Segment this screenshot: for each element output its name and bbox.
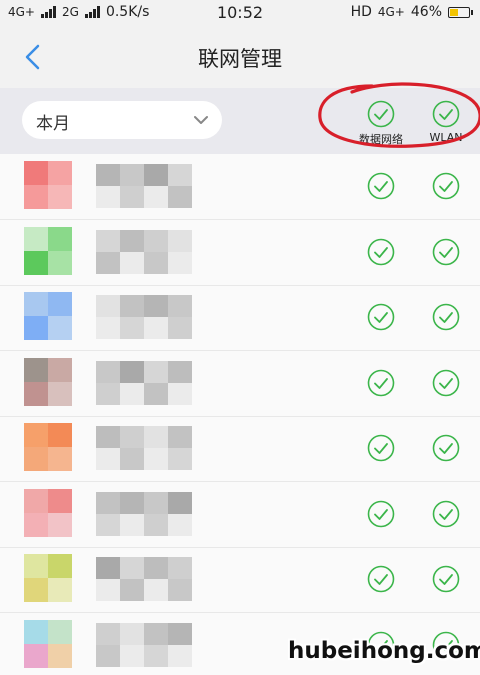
app-row — [0, 285, 480, 351]
app-row — [0, 416, 480, 482]
app-row — [0, 154, 480, 220]
check-circle-icon — [432, 238, 460, 265]
app-icon — [24, 619, 72, 668]
app-icon — [24, 357, 72, 406]
app-name-redacted — [96, 491, 192, 536]
wlan-checkbox[interactable] — [432, 369, 460, 397]
period-dropdown[interactable]: 本月 — [22, 101, 222, 139]
check-circle-icon — [367, 369, 395, 396]
battery-percent: 46% — [410, 4, 442, 20]
mobile-data-checkbox[interactable] — [367, 172, 395, 200]
page-title: 联网管理 — [198, 47, 282, 71]
filter-row: 本月 数据网络 WLAN — [0, 88, 480, 154]
network-type-3: 4G+ — [377, 5, 405, 19]
app-row — [0, 482, 480, 548]
period-value: 本月 — [36, 114, 70, 134]
check-circle-icon — [367, 500, 395, 527]
wlan-checkbox[interactable] — [432, 238, 460, 266]
mobile-data-checkbox[interactable] — [367, 500, 395, 528]
watermark: hubeihong.com — [288, 638, 480, 664]
check-circle-icon — [367, 303, 395, 331]
mobile-data-checkbox[interactable] — [367, 369, 395, 397]
hd-badge: HD — [350, 4, 372, 20]
wlan-checkbox[interactable] — [432, 303, 460, 331]
check-circle-icon — [432, 565, 460, 593]
app-name-redacted — [96, 426, 192, 470]
check-circle-icon — [432, 172, 460, 200]
app-name-redacted — [96, 360, 192, 405]
check-circle-icon — [432, 434, 460, 462]
mobile-data-checkbox[interactable] — [367, 565, 395, 593]
title-bar: 联网管理 — [0, 26, 480, 88]
check-circle-icon — [432, 100, 460, 128]
chevron-down-icon — [194, 116, 208, 124]
wlan-label: WLAN — [429, 131, 463, 144]
app-icon — [24, 554, 72, 602]
app-name-redacted — [96, 557, 192, 601]
wlan-checkbox[interactable] — [432, 565, 460, 593]
check-circle-icon — [367, 434, 395, 462]
app-row — [0, 547, 480, 613]
status-bar: 4G+ 2G 0.5K/s 10:52 HD 4G+ 46% — [0, 0, 480, 26]
app-name-redacted — [96, 164, 192, 208]
app-name-redacted — [96, 229, 192, 274]
mobile-data-checkbox[interactable] — [367, 238, 395, 266]
app-name-redacted — [96, 622, 192, 667]
check-circle-icon — [432, 303, 460, 331]
wlan-toggle-all[interactable]: WLAN — [406, 100, 480, 144]
battery-icon — [448, 6, 473, 18]
app-name-redacted — [96, 295, 192, 339]
mobile-data-checkbox[interactable] — [367, 303, 395, 331]
app-row — [0, 220, 480, 286]
app-icon — [24, 488, 72, 537]
app-row — [0, 351, 480, 417]
check-circle-icon — [367, 565, 395, 593]
mobile-data-checkbox[interactable] — [367, 434, 395, 462]
check-circle-icon — [432, 369, 460, 396]
app-icon — [24, 292, 72, 340]
check-circle-icon — [367, 172, 395, 200]
app-icon — [24, 423, 72, 471]
status-right: HD 4G+ 46% — [350, 4, 473, 20]
wlan-checkbox[interactable] — [432, 434, 460, 462]
wlan-checkbox[interactable] — [432, 500, 460, 528]
check-circle-icon — [367, 100, 395, 128]
app-icon — [24, 161, 72, 209]
check-circle-icon — [432, 500, 460, 527]
wlan-checkbox[interactable] — [432, 172, 460, 200]
app-list — [0, 154, 480, 675]
app-icon — [24, 226, 72, 275]
check-circle-icon — [367, 238, 395, 265]
